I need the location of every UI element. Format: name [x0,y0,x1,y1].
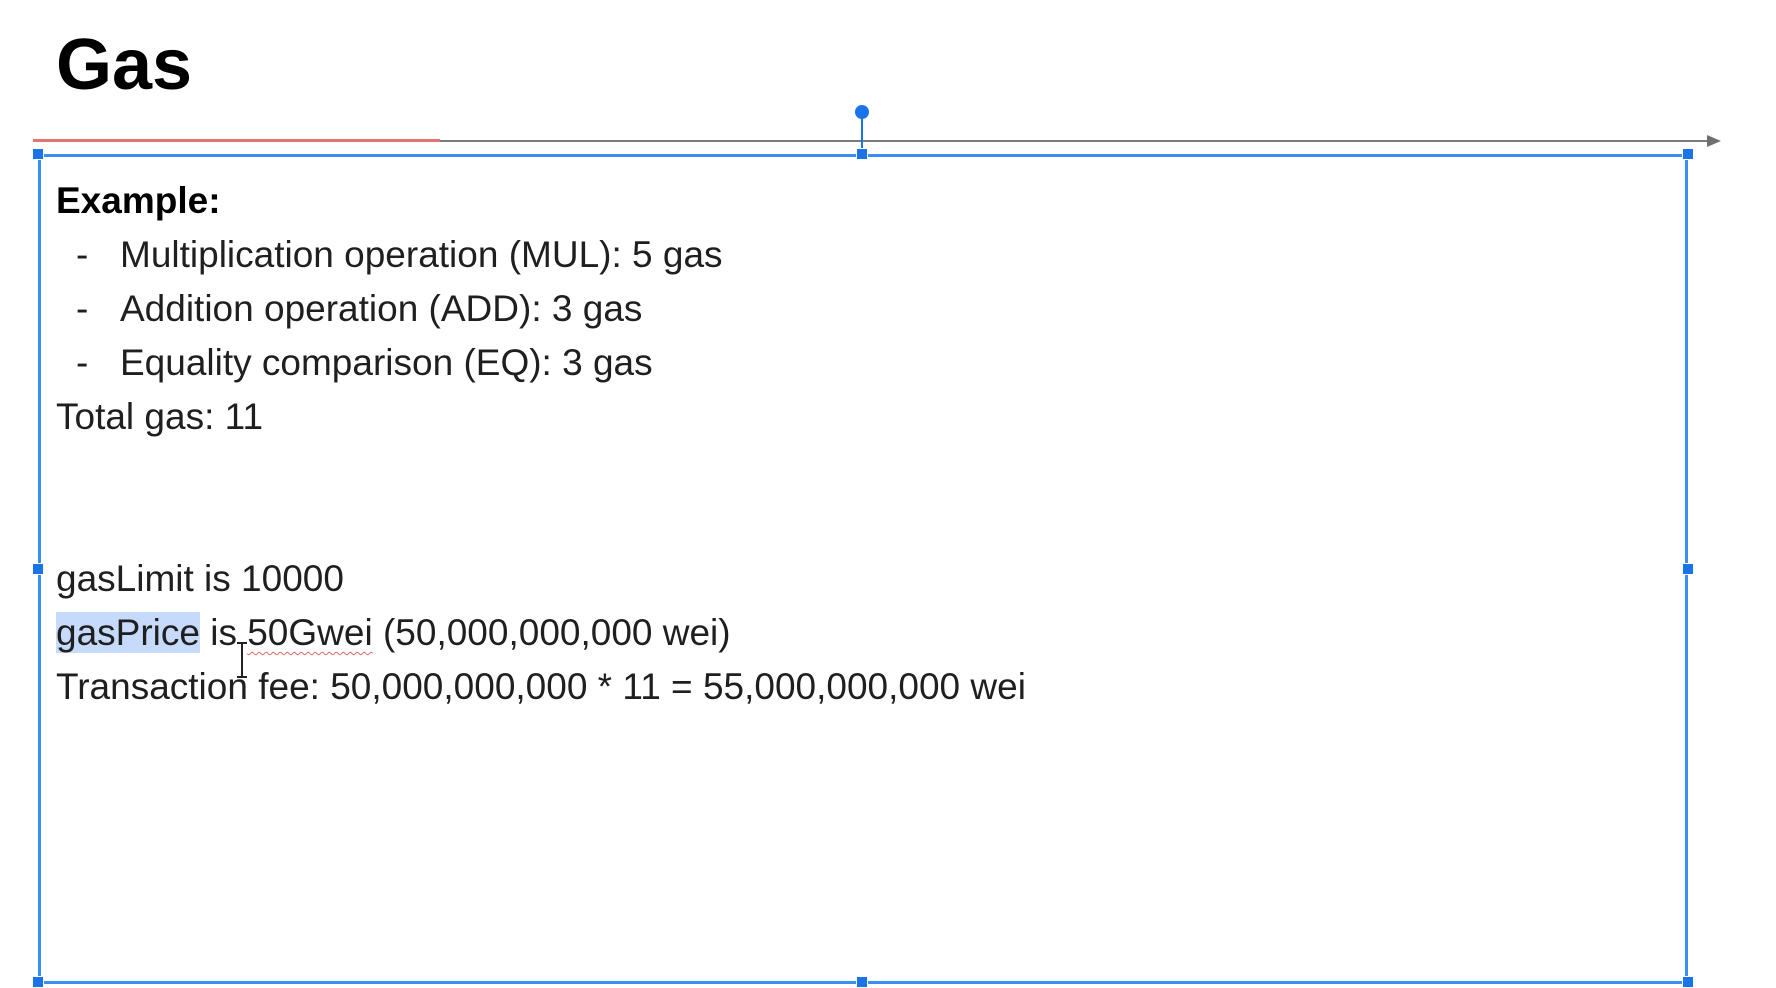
example-heading: Example: [56,180,221,221]
slide-title[interactable]: Gas [56,22,192,108]
slide-canvas: Gas Example: - Multiplication operation (… [0,0,1776,988]
bullet-item: - Multiplication operation (MUL): 5 gas [56,228,1026,282]
bullet-text: Multiplication operation (MUL): 5 gas [120,234,723,275]
bullet-item: - Addition operation (ADD): 3 gas [56,282,1026,336]
resize-handle-icon[interactable] [32,563,44,575]
selected-text[interactable]: gasPrice [56,612,200,653]
rotate-handle-icon[interactable] [855,105,869,119]
gas-price-line: gasPrice is 50Gwei (50,000,000,000 wei) [56,606,1026,660]
text-box-content[interactable]: Example: - Multiplication operation (MUL)… [56,174,1026,714]
gas-limit-line: gasLimit is 10000 [56,558,344,599]
resize-handle-icon[interactable] [1682,976,1694,988]
text-cursor-icon [237,642,247,678]
transaction-fee-line: Transaction fee: 50,000,000,000 * 11 = 5… [56,666,1026,707]
arrow-head-icon [1707,135,1721,147]
bullet-dash: - [76,288,89,329]
bullet-text: Addition operation (ADD): 3 gas [120,288,643,329]
bullet-item: - Equality comparison (EQ): 3 gas [56,336,1026,390]
resize-handle-icon[interactable] [856,976,868,988]
resize-handle-icon[interactable] [32,148,44,160]
bullet-dash: - [76,342,89,383]
resize-handle-icon[interactable] [1682,563,1694,575]
blank-lines [56,444,1026,552]
gas-price-rest: (50,000,000,000 wei) [372,612,731,653]
resize-handle-icon[interactable] [856,148,868,160]
spellcheck-flagged-word[interactable]: 50Gwei [247,612,372,653]
resize-handle-icon[interactable] [1682,148,1694,160]
divider-accent-segment [33,139,440,142]
bullet-text: Equality comparison (EQ): 3 gas [120,342,653,383]
bullet-dash: - [76,234,89,275]
resize-handle-icon[interactable] [32,976,44,988]
total-gas-line: Total gas: 11 [56,396,264,437]
